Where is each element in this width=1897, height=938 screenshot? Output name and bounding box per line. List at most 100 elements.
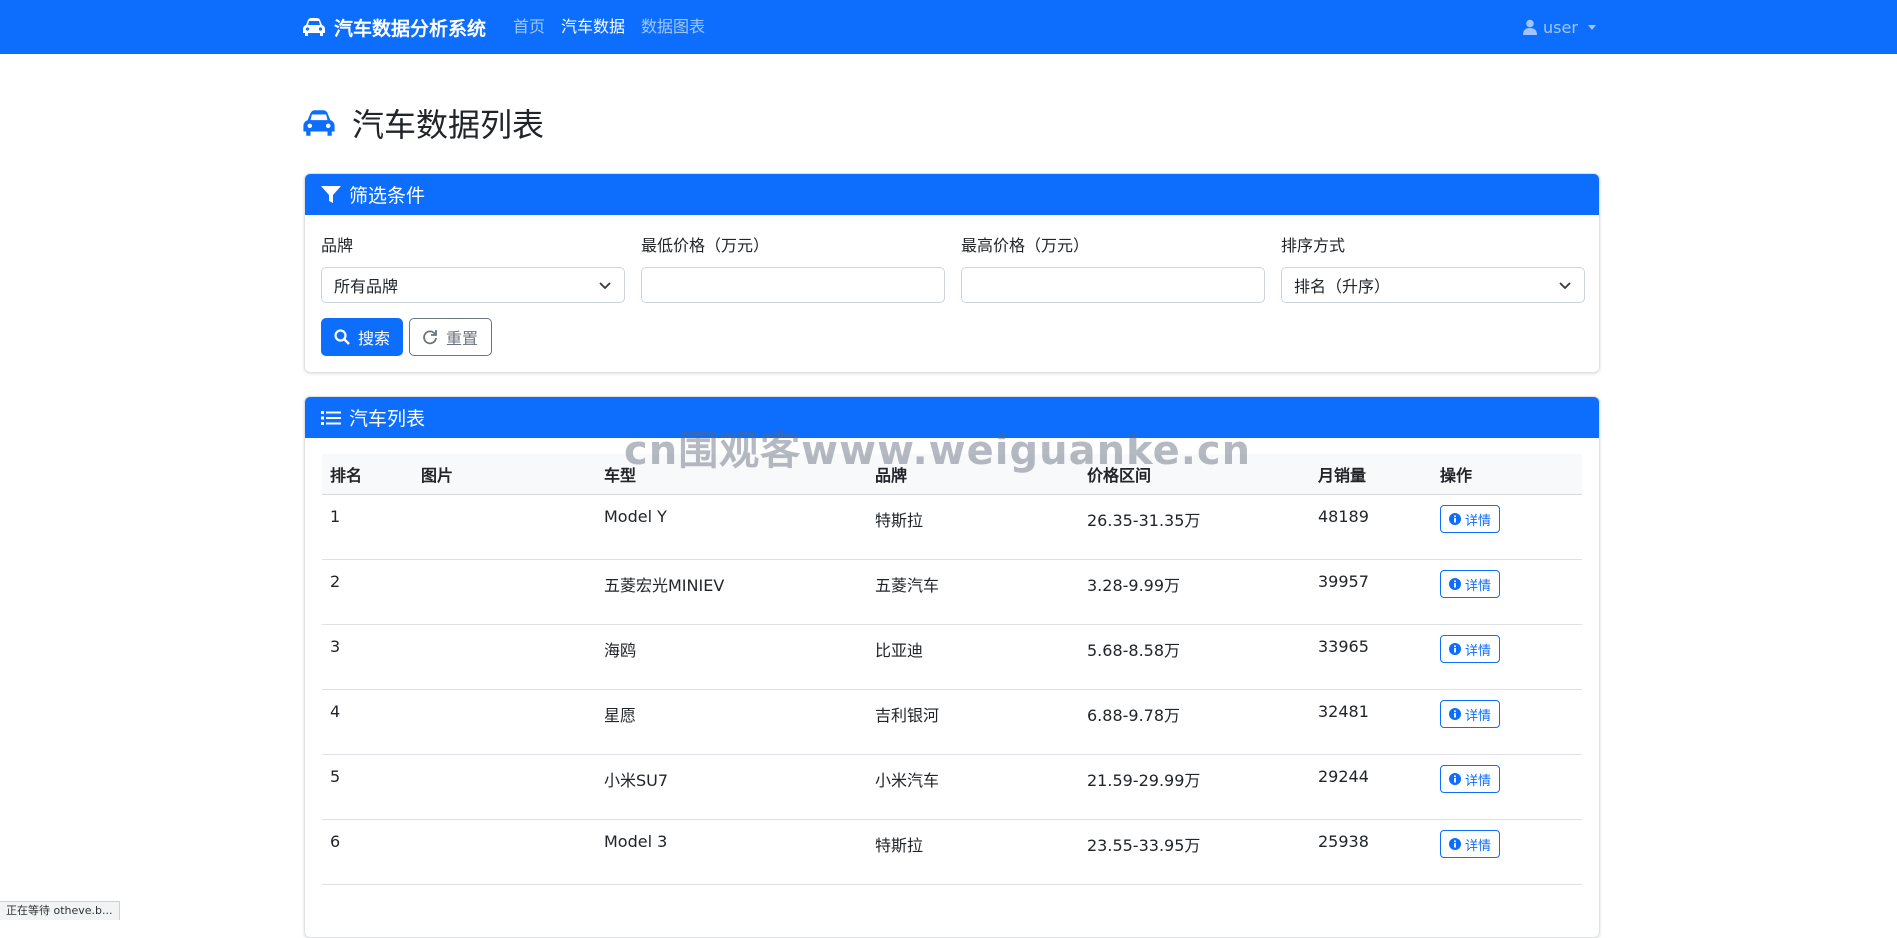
brand-filter-label: 品牌	[321, 236, 354, 255]
max-price-label: 最高价格（万元）	[961, 236, 1090, 255]
cell-price: 26.35-31.35万	[1079, 494, 1310, 560]
brand-select-value: 所有品牌	[334, 277, 399, 296]
col-header-rank[interactable]: 排名	[322, 454, 413, 495]
cell-price: 23.55-33.95万	[1079, 819, 1310, 885]
max-price-input[interactable]	[961, 267, 1265, 303]
info-circle-icon	[1449, 773, 1461, 785]
cell-model: 小米SU7	[596, 754, 867, 820]
filter-card: 筛选条件 品牌 所有品牌 最低价格（万元） 最高价格（万元） 排序方式 排名（升…	[304, 173, 1600, 373]
chevron-down-icon	[599, 282, 611, 290]
cell-price: 21.59-29.99万	[1079, 754, 1310, 820]
car-list-card: 汽车列表 排名 图片 车型 品牌 价格区间 月销量 操作 1 Model Y 特斯拉…	[304, 396, 1600, 938]
cell-actions: 详情	[1432, 624, 1582, 690]
brand-filter-group: 品牌 所有品牌	[321, 234, 625, 303]
cell-model: Model Y	[596, 494, 867, 560]
detail-button[interactable]: 详情	[1440, 505, 1501, 533]
list-header-label: 汽车列表	[349, 408, 426, 430]
cell-rank: 3	[322, 624, 413, 690]
detail-button-label: 详情	[1465, 578, 1492, 594]
detail-button-label: 详情	[1465, 643, 1492, 659]
info-circle-icon	[1449, 708, 1461, 720]
sort-group: 排序方式 排名（升序）	[1281, 234, 1585, 303]
filter-card-header: 筛选条件	[305, 174, 1599, 215]
cell-sales: 29244	[1310, 754, 1432, 820]
detail-button[interactable]: 详情	[1440, 570, 1501, 598]
page-title: 汽车数据列表	[302, 100, 544, 146]
sort-select[interactable]: 排名（升序）	[1281, 267, 1585, 303]
table-row: 3 海鸥 比亚迪 5.68-8.58万 33965 详情	[322, 624, 1582, 690]
col-header-actions: 操作	[1432, 454, 1582, 495]
cell-brand: 特斯拉	[867, 494, 1079, 560]
cell-rank: 1	[322, 494, 413, 560]
reset-button[interactable]: 重置	[409, 318, 492, 356]
cell-price: 6.88-9.78万	[1079, 689, 1310, 755]
caret-down-icon	[1587, 24, 1596, 30]
user-dropdown[interactable]: user	[1523, 0, 1596, 54]
min-price-input[interactable]	[641, 267, 945, 303]
car-table: 排名 图片 车型 品牌 价格区间 月销量 操作 1 Model Y 特斯拉 26.35…	[322, 454, 1582, 885]
table-row: 6 Model 3 特斯拉 23.55-33.95万 25938 详情	[322, 819, 1582, 885]
table-row: 4 星愿 吉利银河 6.88-9.78万 32481 详情	[322, 689, 1582, 755]
filter-header-label: 筛选条件	[349, 185, 426, 207]
cell-model: 五菱宏光MINIEV	[596, 559, 867, 625]
search-icon	[334, 329, 350, 345]
cell-model: 海鸥	[596, 624, 867, 690]
col-header-image: 图片	[413, 454, 596, 495]
col-header-sales[interactable]: 月销量	[1310, 454, 1432, 495]
cell-actions: 详情	[1432, 494, 1582, 560]
nav-home[interactable]: 首页	[513, 0, 545, 54]
cell-rank: 4	[322, 689, 413, 755]
cell-sales: 39957	[1310, 559, 1432, 625]
reset-button-label: 重置	[446, 329, 479, 348]
brand-select[interactable]: 所有品牌	[321, 267, 625, 303]
cell-image	[413, 754, 596, 820]
chevron-down-icon	[1559, 282, 1571, 290]
cell-rank: 2	[322, 559, 413, 625]
detail-button-label: 详情	[1465, 708, 1492, 724]
info-circle-icon	[1449, 513, 1461, 525]
search-button-label: 搜索	[358, 329, 391, 348]
cell-brand: 比亚迪	[867, 624, 1079, 690]
nav-car-data[interactable]: 汽车数据	[561, 0, 625, 54]
cell-image	[413, 819, 596, 885]
browser-status-bar: 正在等待 otheve.b...	[0, 901, 120, 920]
detail-button-label: 详情	[1465, 773, 1492, 789]
cell-rank: 6	[322, 819, 413, 885]
redo-icon	[423, 330, 437, 345]
cell-sales: 25938	[1310, 819, 1432, 885]
cell-brand: 五菱汽车	[867, 559, 1079, 625]
cell-image	[413, 689, 596, 755]
cell-sales: 48189	[1310, 494, 1432, 560]
min-price-group: 最低价格（万元）	[641, 234, 945, 303]
brand-link[interactable]: 汽车数据分析系统	[302, 0, 486, 54]
detail-button[interactable]: 详情	[1440, 830, 1501, 858]
info-circle-icon	[1449, 838, 1461, 850]
cell-sales: 33965	[1310, 624, 1432, 690]
nav-charts[interactable]: 数据图表	[641, 0, 705, 54]
user-name: user	[1543, 17, 1578, 37]
cell-price: 3.28-9.99万	[1079, 559, 1310, 625]
cell-model: 星愿	[596, 689, 867, 755]
list-icon	[321, 410, 341, 425]
top-navbar: 汽车数据分析系统 首页 汽车数据 数据图表 user	[0, 0, 1897, 54]
sort-select-value: 排名（升序）	[1294, 277, 1391, 296]
search-button[interactable]: 搜索	[321, 318, 403, 356]
car-icon	[303, 18, 325, 36]
detail-button-label: 详情	[1465, 513, 1492, 529]
cell-actions: 详情	[1432, 559, 1582, 625]
table-row: 2 五菱宏光MINIEV 五菱汽车 3.28-9.99万 39957 详情	[322, 559, 1582, 625]
cell-price: 5.68-8.58万	[1079, 624, 1310, 690]
info-circle-icon	[1449, 578, 1461, 590]
user-icon	[1523, 19, 1537, 35]
watermark: cn围观客www.weiguanke.cn	[624, 428, 1252, 474]
detail-button[interactable]: 详情	[1440, 700, 1501, 728]
cell-actions: 详情	[1432, 819, 1582, 885]
page-title-text: 汽车数据列表	[352, 106, 545, 144]
cell-image	[413, 559, 596, 625]
min-price-label: 最低价格（万元）	[641, 236, 770, 255]
car-icon	[303, 110, 335, 136]
detail-button[interactable]: 详情	[1440, 765, 1501, 793]
detail-button[interactable]: 详情	[1440, 635, 1501, 663]
cell-image	[413, 624, 596, 690]
table-row: 1 Model Y 特斯拉 26.35-31.35万 48189 详情	[322, 494, 1582, 560]
